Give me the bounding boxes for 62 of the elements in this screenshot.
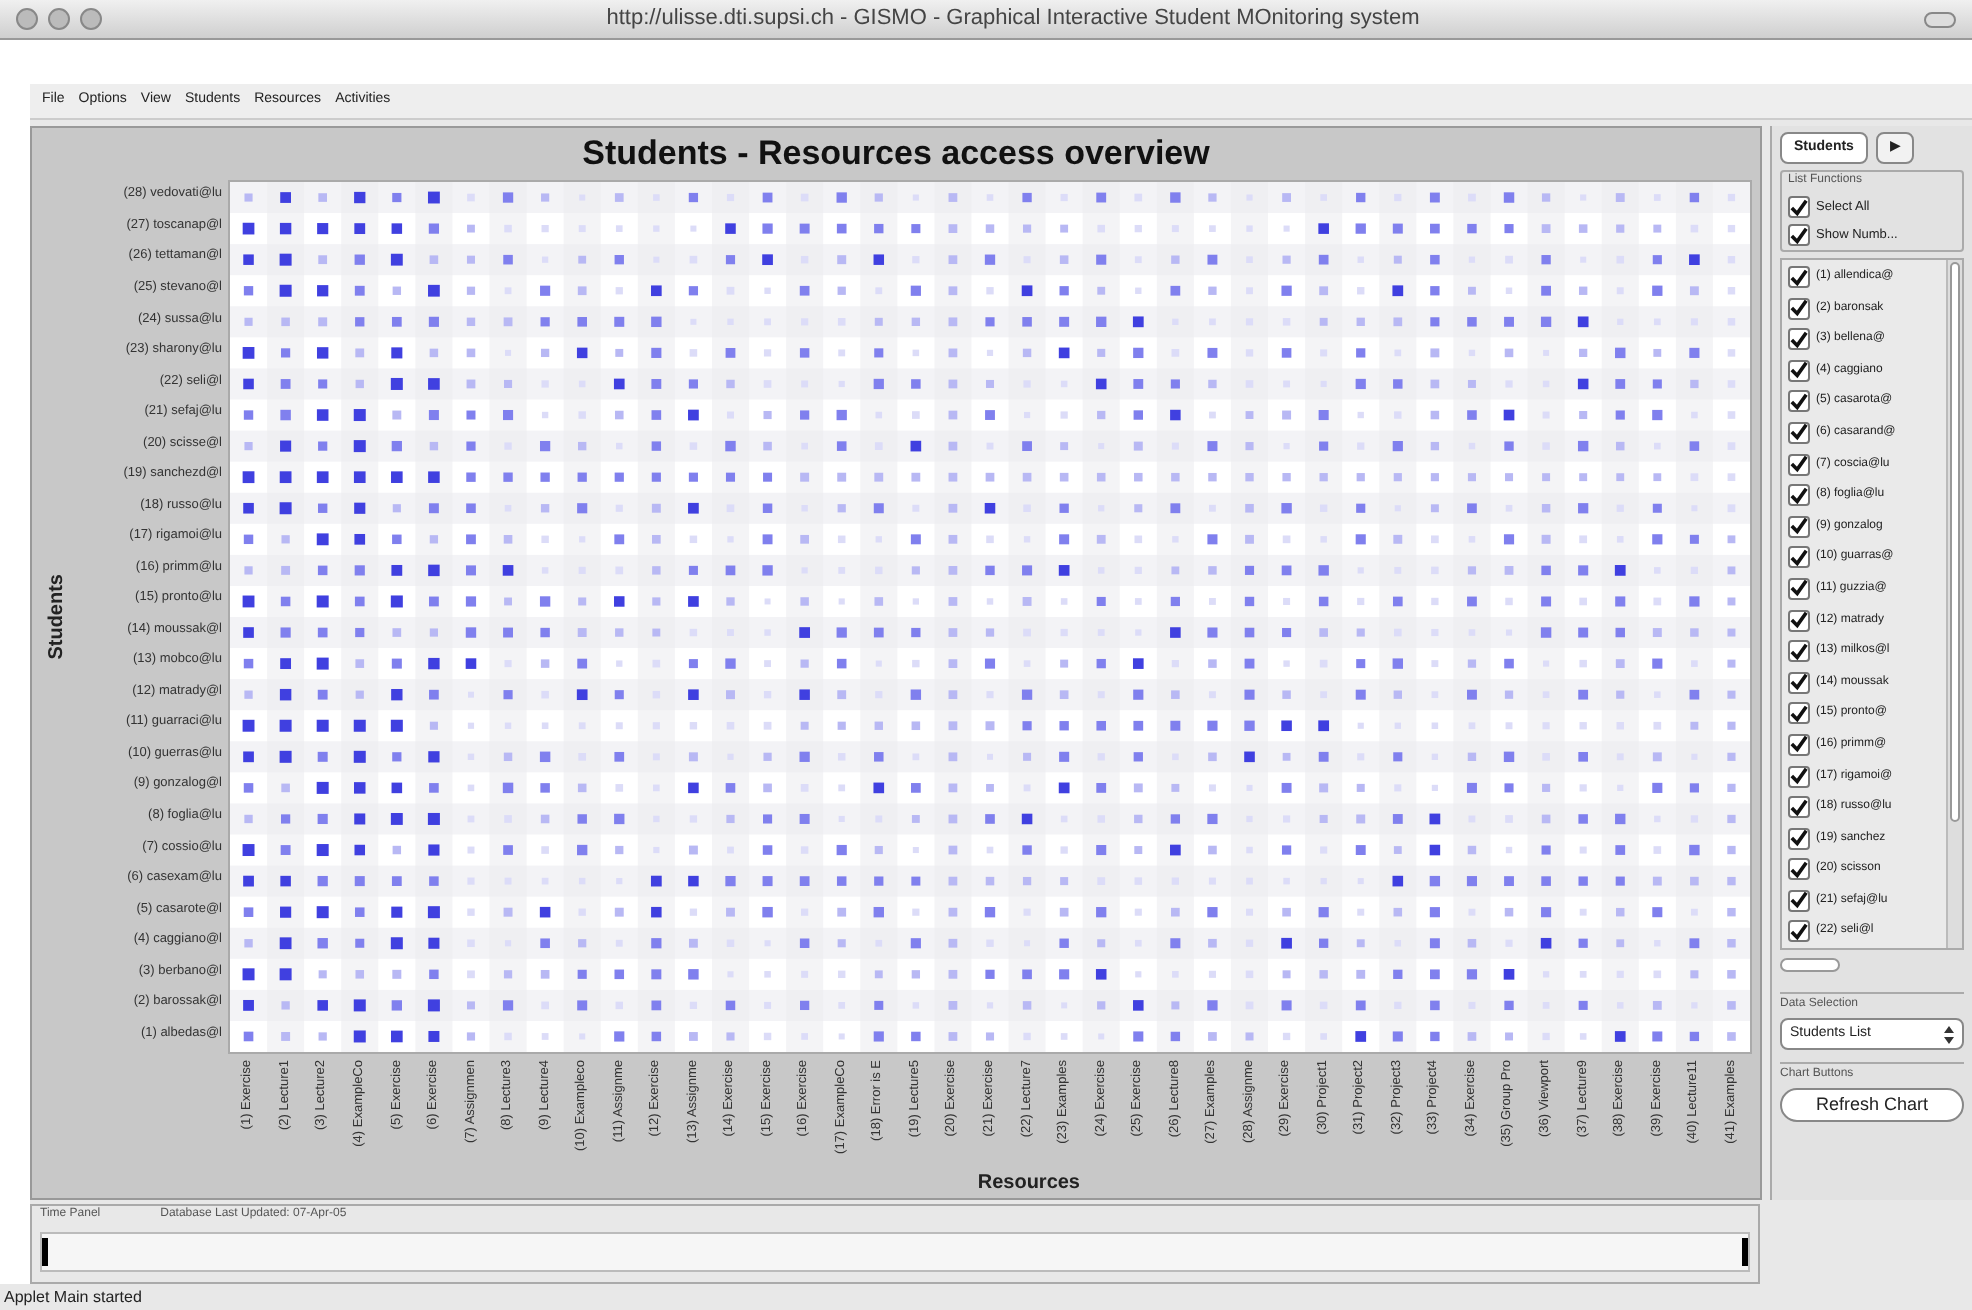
axis-title: Resources	[977, 1170, 1080, 1198]
check-icon	[1790, 703, 1808, 724]
checkbox[interactable]	[1788, 196, 1810, 218]
window-control-icon[interactable]	[16, 8, 38, 30]
check-icon	[1790, 610, 1808, 631]
checkbox[interactable]	[1788, 609, 1810, 632]
checkbox[interactable]	[1788, 328, 1810, 351]
check-icon	[1790, 734, 1808, 755]
check-icon	[1790, 267, 1808, 287]
check-icon	[1790, 859, 1808, 880]
dropdown-arrows-icon	[1944, 1025, 1954, 1044]
check-icon	[1790, 828, 1808, 849]
checkbox[interactable]	[1788, 796, 1810, 819]
checkbox[interactable]	[1788, 889, 1810, 912]
check-icon	[1790, 360, 1808, 381]
check-icon	[1790, 547, 1808, 568]
status-text: Applet Main started	[4, 1285, 142, 1309]
checkbox[interactable]	[1788, 765, 1810, 787]
scrollbar-thumb[interactable]	[1780, 958, 1840, 973]
slider-handle[interactable]	[1742, 1238, 1748, 1266]
check-icon	[1790, 516, 1808, 537]
checkbox[interactable]	[1788, 577, 1810, 600]
checkbox[interactable]	[1788, 390, 1810, 413]
check-icon	[1790, 578, 1808, 599]
refresh-chart-button[interactable]: Refresh Chart	[1780, 1088, 1964, 1123]
checkbox[interactable]	[1788, 266, 1810, 288]
checkbox[interactable]	[1788, 453, 1810, 476]
check-icon	[1790, 454, 1808, 475]
check-icon	[1790, 329, 1808, 350]
window-control-icon[interactable]	[80, 8, 102, 30]
checkbox[interactable]	[1788, 733, 1810, 756]
window-title: http://ulisse.dti.supsi.ch - GISMO - Graphical Interactive Student MOnitoring system	[604, 4, 1422, 35]
scrollbar-thumb[interactable]	[1950, 262, 1960, 822]
checkbox[interactable]	[1788, 546, 1810, 569]
checkbox[interactable]	[1788, 827, 1810, 850]
checkbox[interactable]	[1788, 702, 1810, 725]
check-icon	[1790, 485, 1808, 506]
checkbox[interactable]	[1788, 515, 1810, 538]
slider-handle[interactable]	[42, 1238, 48, 1266]
checkbox[interactable]	[1788, 920, 1810, 943]
check-icon	[1790, 766, 1808, 786]
axis-title: Students	[43, 573, 69, 659]
check-icon	[1790, 391, 1808, 412]
toolbar-toggle-icon[interactable]	[1924, 11, 1956, 27]
checkbox[interactable]	[1788, 640, 1810, 663]
check-icon	[1790, 890, 1808, 911]
check-icon	[1790, 797, 1808, 818]
checkbox[interactable]	[1788, 421, 1810, 444]
check-icon	[1790, 298, 1808, 319]
window-control-icon[interactable]	[48, 8, 70, 30]
check-icon	[1790, 672, 1808, 693]
checkbox[interactable]	[1788, 858, 1810, 881]
check-icon	[1790, 641, 1808, 662]
checkbox[interactable]	[1788, 297, 1810, 320]
checkbox[interactable]	[1788, 224, 1810, 246]
check-icon	[1790, 422, 1808, 443]
chart-title: Students - Resources access overview	[580, 132, 1212, 176]
checkbox[interactable]	[1788, 671, 1810, 694]
checkbox[interactable]	[1788, 484, 1810, 507]
checkbox[interactable]	[1788, 359, 1810, 382]
scrollbar[interactable]	[1946, 260, 1962, 949]
check-icon	[1790, 921, 1808, 942]
